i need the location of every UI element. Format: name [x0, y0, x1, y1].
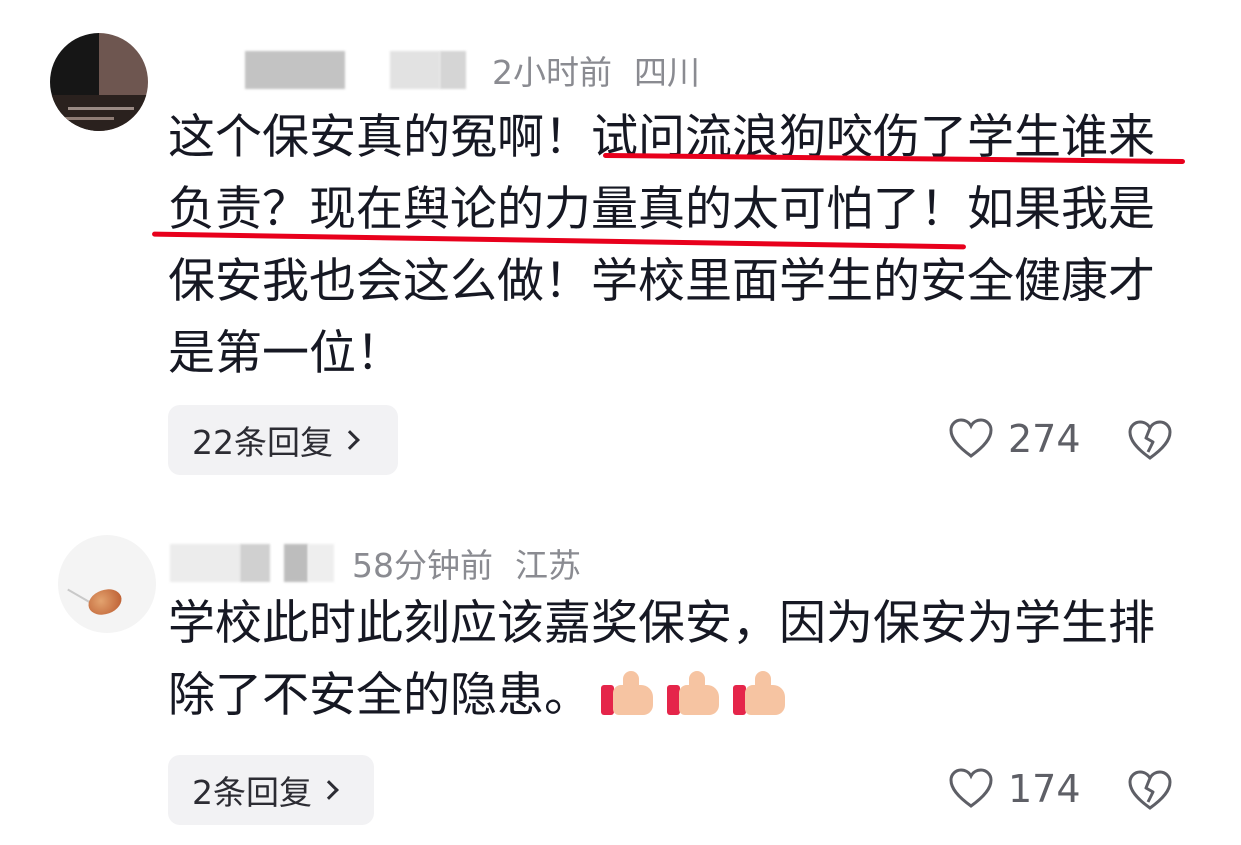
username-redacted [240, 544, 270, 582]
chevron-right-icon [319, 780, 339, 800]
avatar-image-part [67, 588, 91, 604]
heart-outline-icon [949, 418, 993, 458]
comment-text: 学校此时此刻应该嘉奖保安，因为保安为学生排除了不安全的隐患。 [168, 596, 1155, 723]
username-redacted [308, 544, 334, 582]
comment-location: 四川 [634, 53, 700, 92]
username-redacted [390, 51, 440, 89]
like-count: 274 [1008, 417, 1081, 461]
comment-location: 江苏 [515, 546, 581, 585]
comment-item: 58分钟前 江苏 学校此时此刻应该嘉奖保安，因为保安为学生排除了不安全的隐患。 … [0, 500, 1241, 845]
avatar-image-part [50, 95, 148, 131]
username-redacted[interactable] [170, 544, 240, 582]
broken-heart-icon[interactable] [1127, 418, 1173, 464]
replies-label: 2条回复 [192, 773, 312, 812]
thumbs-up-icon [601, 671, 657, 717]
like-count: 174 [1008, 767, 1081, 811]
comment-time: 58分钟前 [352, 546, 493, 585]
avatar-image-part [64, 117, 114, 120]
avatar-image-part [84, 584, 126, 620]
view-replies-button[interactable]: 22条回复 [168, 405, 398, 475]
username-redacted[interactable] [245, 51, 345, 89]
heart-outline-icon [949, 768, 993, 808]
view-replies-button[interactable]: 2条回复 [168, 755, 374, 825]
username-redacted [440, 51, 466, 89]
avatar[interactable] [58, 535, 156, 633]
comment-meta: 58分钟前 江苏 [170, 541, 581, 585]
comment-meta: 2小时前 四川 [245, 48, 700, 92]
like-button[interactable]: 274 [948, 416, 1081, 462]
replies-label: 22条回复 [192, 423, 333, 462]
comment-text: 这个保安真的冤啊！试问流浪狗咬伤了学生谁来负责？现在舆论的力量真的太可怕了！如果… [168, 110, 1155, 381]
broken-heart-icon[interactable] [1127, 768, 1173, 814]
comment-time: 2小时前 [492, 53, 612, 92]
comment-item: 2小时前 四川 这个保安真的冤啊！试问流浪狗咬伤了学生谁来负责？现在舆论的力量真… [0, 0, 1241, 500]
chevron-right-icon [340, 430, 360, 450]
username-redacted [284, 544, 308, 582]
avatar[interactable] [50, 33, 148, 131]
like-button[interactable]: 174 [948, 766, 1081, 812]
avatar-image-part [68, 107, 134, 110]
comment-text-container: 学校此时此刻应该嘉奖保安，因为保安为学生排除了不安全的隐患。 [168, 588, 1188, 732]
thumbs-up-icon [733, 671, 789, 717]
thumbs-up-icon [667, 671, 723, 717]
